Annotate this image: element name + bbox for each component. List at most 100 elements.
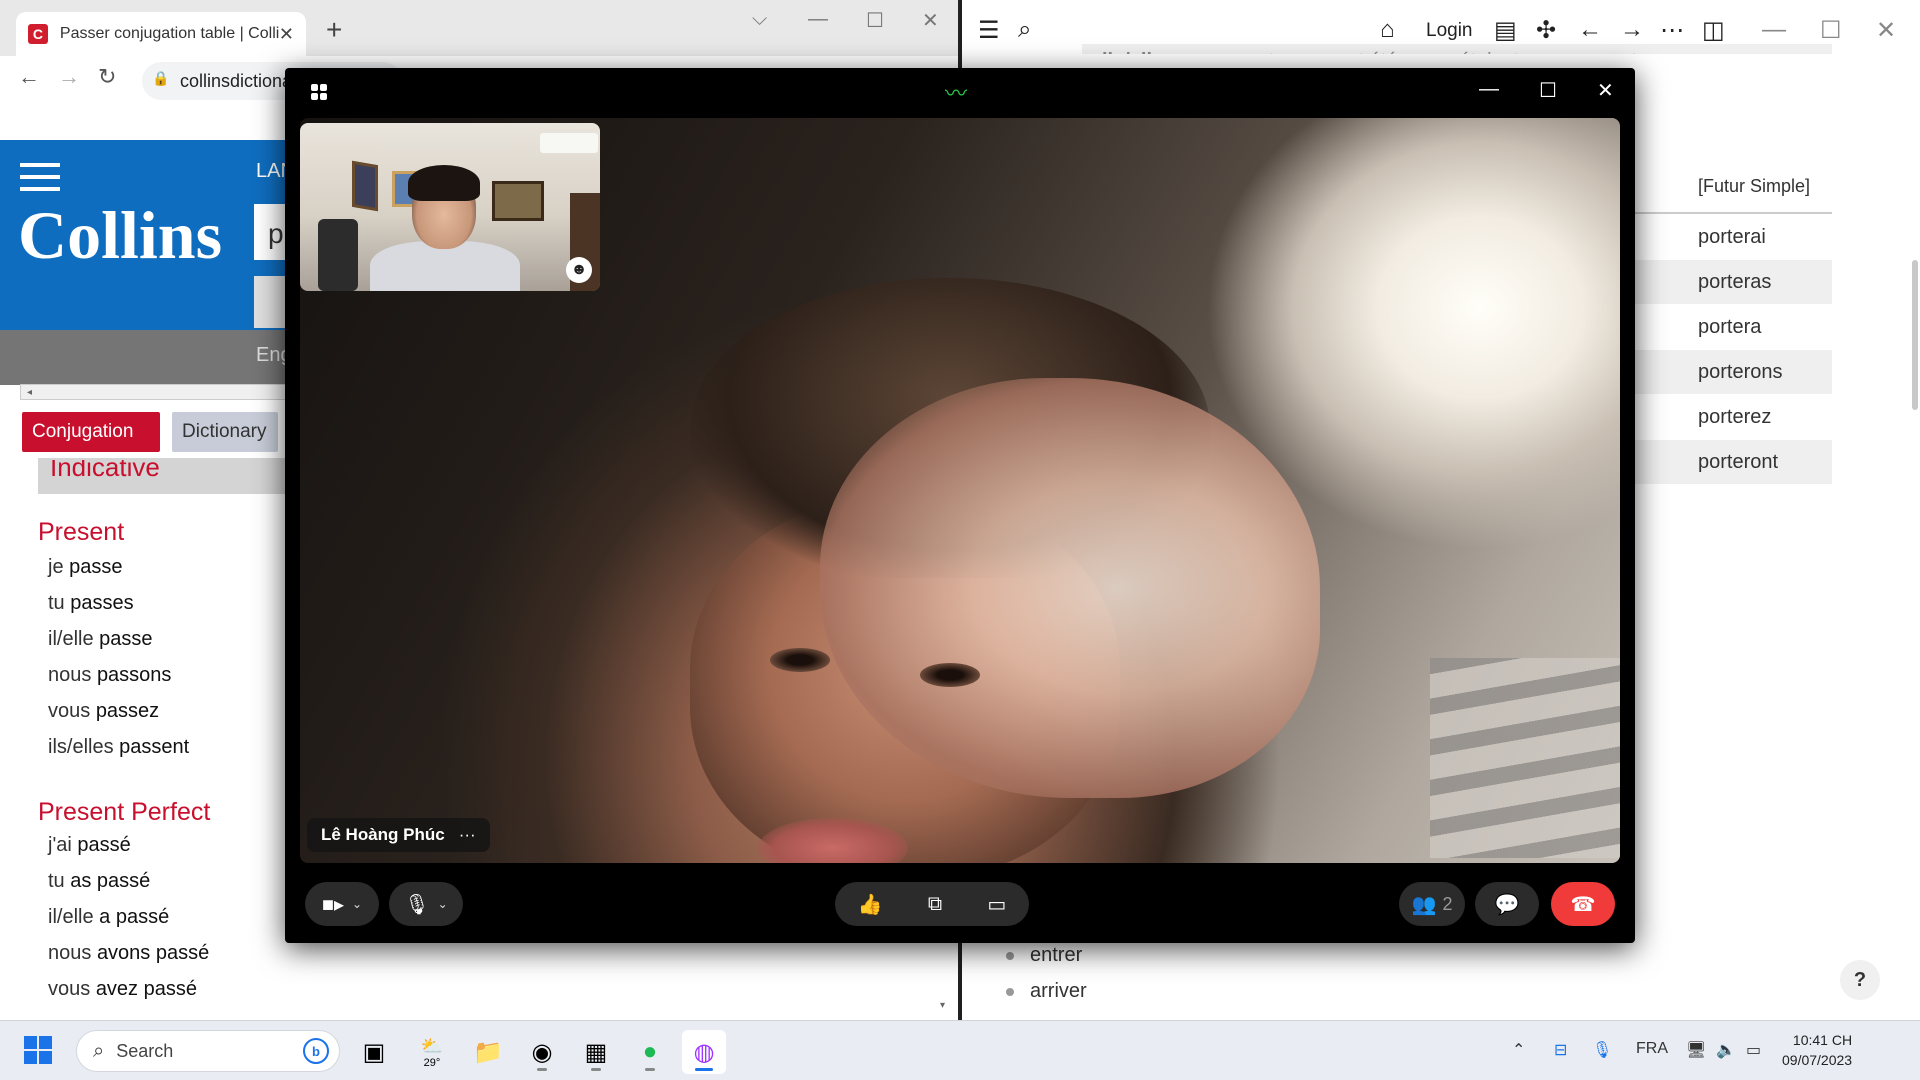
running-indicator — [537, 1068, 547, 1071]
input-method-icon[interactable]: ⊟ — [1554, 1040, 1567, 1060]
conj-row: il/elle passe — [48, 628, 153, 650]
hamburger-menu-icon[interactable] — [20, 163, 60, 199]
self-video-preview[interactable]: ☻ — [300, 123, 600, 291]
app-grid-icon[interactable] — [311, 84, 327, 100]
microphone-icon: 🎙 — [404, 893, 430, 916]
input-language[interactable]: FRA — [1636, 1040, 1668, 1058]
network-icon[interactable]: 🖥 — [1686, 1040, 1706, 1060]
conj-row: vous avez passé — [48, 978, 197, 1000]
collins-logo[interactable]: Collins — [18, 196, 222, 275]
system-clock[interactable]: 10:41 CH 09/07/2023 — [1782, 1030, 1852, 1070]
close-window-icon[interactable]: ✕ — [922, 8, 939, 33]
maximize-icon[interactable]: ☐ — [866, 8, 884, 33]
taskbar-search-box[interactable]: ⌕ Search b — [76, 1030, 340, 1072]
tab-conjugation[interactable]: Conjugation — [22, 412, 160, 452]
weather-cloud-icon: ⛅ — [420, 1035, 444, 1056]
conj-row: tu as passé — [48, 870, 151, 892]
url-text: collinsdictiona — [180, 70, 293, 91]
back-arrow-icon[interactable]: ← — [1578, 16, 1602, 44]
conj-row: il/elle a passé — [48, 906, 170, 928]
hang-up-icon: ☎ — [1570, 893, 1596, 916]
back-arrow-icon[interactable]: ← — [18, 64, 40, 90]
search-icon[interactable]: ⌕ — [1018, 16, 1031, 44]
reload-icon[interactable]: ↻ — [98, 64, 116, 90]
start-button[interactable] — [24, 1036, 52, 1064]
end-call-button[interactable]: ☎ — [1551, 882, 1615, 926]
search-icon: ⌕ — [93, 1039, 105, 1062]
conj-row: j'ai passé — [48, 834, 131, 856]
login-button[interactable]: Login — [1426, 20, 1473, 42]
effects-smiley-icon[interactable]: ☻ — [566, 257, 592, 283]
more-options-icon[interactable]: ⋯ — [1660, 16, 1684, 45]
bullet-icon — [1006, 951, 1014, 960]
futur-simple-header: [Futur Simple] — [1698, 176, 1811, 196]
clock-time: 10:41 CH — [1792, 1032, 1853, 1048]
search-placeholder: Search — [116, 1040, 174, 1061]
participant-name-tag[interactable]: Lê Hoàng Phúc ··· — [307, 818, 490, 852]
share-screen-icon[interactable]: ▭ — [987, 892, 1006, 917]
participant-name: Lê Hoàng Phúc — [321, 825, 445, 844]
close-tab-icon[interactable]: ✕ — [279, 24, 294, 45]
file-explorer-icon[interactable]: 📁 — [466, 1030, 510, 1074]
new-tab-button[interactable]: + — [326, 14, 342, 46]
thumbs-up-icon[interactable]: 👍 — [858, 892, 883, 917]
present-perfect-heading: Present Perfect — [38, 798, 211, 826]
help-button[interactable]: ? — [1840, 960, 1880, 1000]
bullet-icon — [1006, 987, 1014, 996]
microphone-toggle-button[interactable]: 🎙 ⌄ — [389, 882, 463, 926]
messenger-effect-icon: 〰 — [945, 81, 968, 106]
volume-icon[interactable]: 🔈 — [1716, 1040, 1736, 1060]
futur-row: porterez — [1698, 405, 1772, 428]
scroll-left-icon[interactable]: ◂ — [21, 387, 32, 398]
conj-row: nous avons passé — [48, 942, 210, 964]
battery-icon[interactable]: ▭ — [1746, 1040, 1761, 1060]
extensions-icon[interactable]: ✣ — [1536, 16, 1556, 45]
chat-button[interactable]: 💬 — [1475, 882, 1539, 926]
tab-dictionary[interactable]: Dictionary — [172, 412, 278, 452]
minimize-icon[interactable]: — — [808, 8, 828, 31]
minimize-icon[interactable]: — — [1762, 16, 1786, 44]
minimize-icon[interactable]: — — [1479, 78, 1499, 101]
futur-row: porteront — [1634, 440, 1832, 484]
clock-date: 09/07/2023 — [1782, 1052, 1853, 1068]
maximize-icon[interactable]: ☐ — [1820, 16, 1842, 45]
forward-arrow-icon[interactable]: → — [58, 64, 80, 90]
window-blinds — [1430, 658, 1620, 858]
forward-arrow-icon[interactable]: → — [1620, 16, 1644, 44]
conj-row: ils/elles passent — [48, 736, 190, 758]
switch-view-icon[interactable]: ⧉ — [928, 893, 942, 916]
chevron-down-icon[interactable]: ⌄ — [352, 897, 362, 911]
vertical-scrollbar[interactable] — [1912, 260, 1918, 410]
futur-row: porterai — [1698, 225, 1766, 248]
remote-eye-left — [770, 648, 830, 672]
reading-list-icon[interactable]: ▤ — [1494, 16, 1517, 45]
microphone-icon[interactable]: 🎙 — [1592, 1040, 1612, 1060]
chrome-tab-title: Passer conjugation table | Collins — [59, 25, 279, 42]
sidebar-toggle-icon[interactable]: ◫ — [1702, 16, 1725, 45]
chrome-tab-collins[interactable]: C Passer conjugation table | Collins ✕ — [16, 12, 306, 56]
more-options-icon[interactable]: ··· — [459, 825, 476, 845]
chevron-down-icon[interactable]: ⌄ — [438, 897, 448, 911]
wall-painting — [492, 181, 544, 221]
bing-icon[interactable]: b — [303, 1038, 329, 1064]
chevron-up-icon[interactable]: ⌃ — [1512, 1040, 1525, 1060]
task-view-icon[interactable]: ▣ — [352, 1030, 396, 1074]
scroll-down-icon[interactable]: ▾ — [940, 1000, 956, 1018]
related-verb-link[interactable]: arriver — [1006, 980, 1087, 1003]
camera-toggle-button[interactable]: ■▸ ⌄ — [305, 882, 379, 926]
participants-button[interactable]: 👥 2 — [1399, 882, 1465, 926]
maximize-icon[interactable]: ☐ — [1539, 78, 1557, 103]
close-window-icon[interactable]: ✕ — [1597, 78, 1614, 103]
wall-painting — [352, 160, 378, 212]
home-icon[interactable]: ⌂ — [1380, 16, 1395, 44]
horizontal-scrollbar[interactable]: ◂ — [20, 384, 300, 400]
conj-row: vous passez — [48, 700, 160, 722]
related-verb-link[interactable]: entrer — [1006, 944, 1082, 967]
close-window-icon[interactable]: ✕ — [1876, 16, 1896, 45]
video-camera-icon: ■▸ — [321, 893, 345, 916]
lock-icon[interactable]: 🔒 — [152, 70, 169, 87]
menu-icon[interactable]: ☰ — [978, 16, 1000, 45]
tab-search-icon[interactable]: ⌵ — [752, 8, 767, 31]
weather-widget[interactable]: ⛅ 29° — [410, 1030, 454, 1074]
conj-row: tu passes — [48, 592, 134, 614]
